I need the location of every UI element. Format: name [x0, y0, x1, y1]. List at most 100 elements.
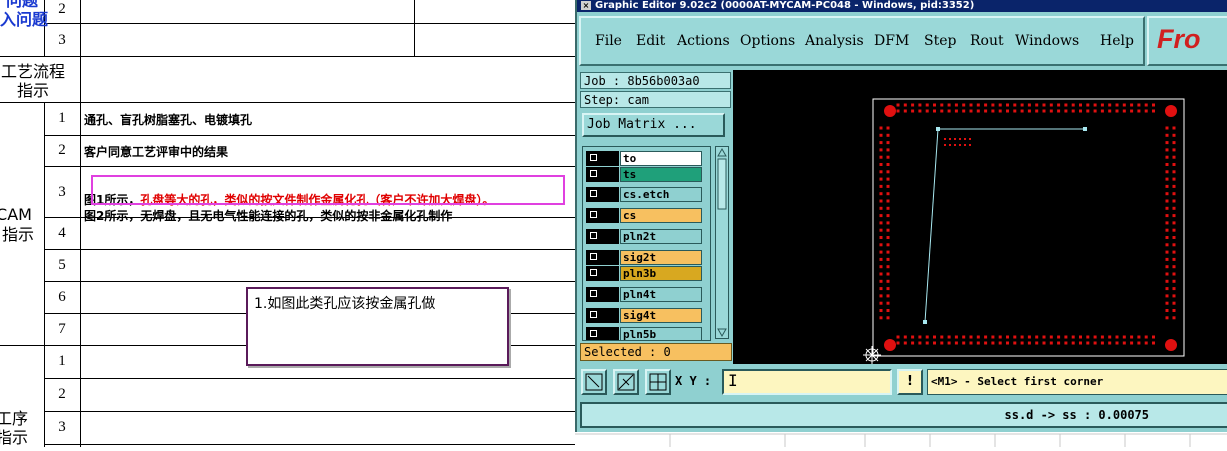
pad [959, 144, 961, 146]
graphic-editor-window: × Graphic Editor 9.02c2 (0000AT-MYCAM-PC0… [575, 0, 1227, 432]
layer-name[interactable]: ts [620, 167, 702, 182]
pad [1122, 335, 1126, 339]
layer-checkbox[interactable] [586, 229, 619, 244]
layer-row-pln4t[interactable]: pln4t [586, 287, 706, 302]
layer-name[interactable]: cs [620, 208, 702, 223]
process-flow-label: 工艺流程 [0, 62, 65, 81]
layer-row-cs[interactable]: cs [586, 208, 706, 223]
prompt-message: <M1> - Select first corner [927, 369, 1227, 395]
pad [984, 335, 988, 339]
layer-list-scrollbar[interactable] [715, 146, 729, 339]
grid-line [44, 23, 575, 24]
pad [1172, 126, 1176, 130]
pad [903, 341, 907, 345]
layer-name[interactable]: pln3b [620, 266, 702, 281]
pad [940, 341, 944, 345]
menu-edit[interactable]: Edit [636, 33, 665, 49]
layer-checkbox[interactable] [586, 151, 619, 166]
pad [947, 335, 951, 339]
layer-name[interactable]: pln5b [620, 327, 702, 340]
grid-line [414, 0, 415, 56]
layer-name[interactable]: sig2t [620, 250, 702, 265]
pad [925, 109, 929, 113]
xy-input[interactable]: I [722, 369, 892, 395]
menu-help[interactable]: Help [1100, 33, 1134, 49]
menu-windows[interactable]: Windows [1015, 33, 1079, 49]
pad [998, 335, 1002, 339]
pad [1172, 133, 1176, 137]
pad [886, 199, 890, 203]
job-matrix-button[interactable]: Job Matrix ... [582, 113, 725, 137]
layer-row-pln5b[interactable]: pln5b [586, 327, 706, 340]
layer-checkbox[interactable] [586, 327, 619, 340]
layer-row-to[interactable]: to [586, 151, 706, 166]
layer-checkbox[interactable] [586, 308, 619, 323]
pad [879, 301, 883, 305]
pad [1165, 228, 1169, 232]
layer-checkbox[interactable] [586, 187, 619, 202]
graphics-canvas[interactable] [733, 70, 1227, 364]
pad [1093, 103, 1097, 107]
layer-checkbox[interactable] [586, 167, 619, 182]
layer-checkbox[interactable] [586, 266, 619, 281]
pad [1086, 341, 1090, 345]
layer-name[interactable]: to [620, 151, 702, 166]
pad [1013, 103, 1017, 107]
xy-label: X Y : [675, 374, 712, 388]
fiducial-pad [884, 105, 896, 117]
app-icon: × [581, 0, 591, 10]
pad [944, 144, 946, 146]
menu-file[interactable]: File [595, 33, 622, 49]
menu-actions[interactable]: Actions [677, 33, 730, 49]
layer-checkbox[interactable] [586, 250, 619, 265]
pad [1035, 109, 1039, 113]
pad [925, 103, 929, 107]
pad [954, 138, 956, 140]
zoom-area-button[interactable] [581, 369, 607, 395]
pad [940, 103, 944, 107]
menu-analysis[interactable]: Analysis [805, 33, 864, 49]
pad [886, 206, 890, 210]
pad [969, 109, 973, 113]
pad [1100, 109, 1104, 113]
layer-row-cs.etch[interactable]: cs.etch [586, 187, 706, 202]
pad [940, 109, 944, 113]
layer-name[interactable]: pln4t [620, 287, 702, 302]
pad [1165, 126, 1169, 130]
pad [1130, 103, 1134, 107]
text-cursor-icon: I [728, 371, 738, 390]
pad [1172, 272, 1176, 276]
pad [991, 103, 995, 107]
menu-step[interactable]: Step [924, 33, 956, 49]
layer-row-pln2t[interactable]: pln2t [586, 229, 706, 244]
measure-button[interactable] [613, 369, 639, 395]
layer-checkbox[interactable] [586, 208, 619, 223]
menu-rout[interactable]: Rout [970, 33, 1004, 49]
menu-dfm[interactable]: DFM [874, 33, 909, 49]
pad [886, 221, 890, 225]
pad [886, 272, 890, 276]
pad [954, 103, 958, 107]
layer-row-pln3b[interactable]: pln3b [586, 266, 706, 281]
pad [886, 243, 890, 247]
pad [925, 335, 929, 339]
pad [933, 109, 936, 113]
layer-name[interactable]: cs.etch [620, 187, 702, 202]
pad [1057, 335, 1061, 339]
layer-checkbox[interactable] [586, 287, 619, 302]
window-titlebar[interactable]: × Graphic Editor 9.02c2 (0000AT-MYCAM-PC0… [577, 0, 1227, 12]
layer-name[interactable]: pln2t [620, 229, 702, 244]
pad [886, 265, 890, 269]
grid-button[interactable] [645, 369, 671, 395]
pad [1172, 214, 1176, 218]
pad [964, 144, 966, 146]
layer-row-sig2t[interactable]: sig2t [586, 250, 706, 265]
pad [1144, 335, 1148, 339]
layer-row-ts[interactable]: ts [586, 167, 706, 182]
layer-name[interactable]: sig4t [620, 308, 702, 323]
comment-note[interactable]: 1.如图此类孔应该按金属孔做 [246, 287, 509, 366]
menu-options[interactable]: Options [740, 33, 795, 49]
menu-bar: File Edit Actions Options Analysis DFM S… [579, 16, 1145, 66]
alert-button[interactable]: ! [897, 369, 923, 395]
layer-row-sig4t[interactable]: sig4t [586, 308, 706, 323]
